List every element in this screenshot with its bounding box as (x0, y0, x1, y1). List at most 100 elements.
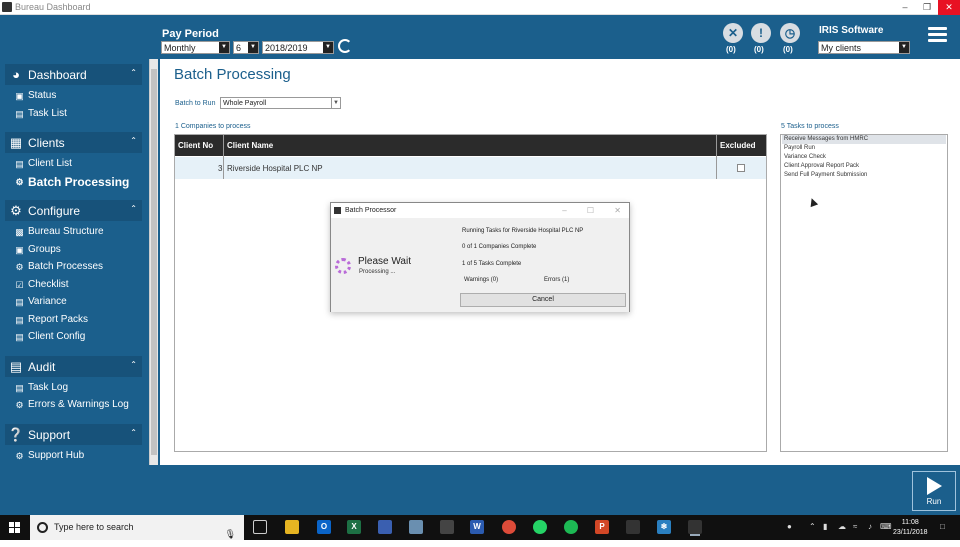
sidebar-item-label: Report Packs (28, 314, 89, 325)
sidebar-item-errors-warnings-log[interactable]: ⚙ Errors & Warnings Log (14, 399, 128, 410)
alarm-icon[interactable]: ◷ (780, 23, 800, 43)
whatsapp-icon[interactable] (533, 520, 547, 534)
clients-icon: ▦ (9, 134, 23, 150)
snowflake-app-icon[interactable]: ❄ (657, 520, 671, 534)
menu-icon[interactable] (928, 27, 947, 43)
client-list-icon: ▤ (15, 158, 24, 169)
sidebar-item-batch-processing[interactable]: ⚙ Batch Processing (14, 175, 129, 189)
list-item[interactable]: Variance Check (782, 153, 946, 162)
column-header-excluded[interactable]: Excluded (720, 141, 756, 150)
app-icon (2, 2, 12, 12)
collapse-icon[interactable]: ⌃ (130, 68, 137, 77)
sidebar-item-batch-processes[interactable]: ⚙ Batch Processes (14, 261, 103, 272)
keyboard-icon[interactable]: ⌨ (880, 522, 892, 531)
sidebar-item-checklist[interactable]: ☑ Checklist (14, 279, 68, 290)
sidebar-item-status[interactable]: ▣ Status (14, 90, 56, 101)
run-label: Run (926, 497, 942, 506)
tasks-complete-text: 1 of 5 Tasks Complete (462, 261, 522, 267)
dialog-titlebar: Batch Processor – ☐ ✕ (331, 203, 629, 218)
scrollbar-thumb[interactable] (151, 69, 157, 455)
column-header-client-name[interactable]: Client Name (227, 141, 273, 150)
collapse-icon[interactable]: ⌃ (130, 204, 137, 213)
windows-start-icon[interactable] (9, 522, 20, 533)
sidebar-item-support-hub[interactable]: ⚙ Support Hub (14, 450, 84, 461)
sidebar-item-label: Support Hub (28, 450, 85, 461)
sidebar-item-task-log[interactable]: ▤ Task Log (14, 382, 68, 393)
spotify-icon[interactable] (564, 520, 578, 534)
outlook-icon[interactable]: O (317, 520, 331, 534)
restore-icon[interactable]: ❐ (916, 0, 938, 15)
chevron-up-icon[interactable]: ⌃ (809, 522, 816, 531)
cloud-icon[interactable]: ☁ (838, 522, 846, 531)
taskbar-clock[interactable]: 11:08 23/11/2018 (893, 518, 928, 538)
collapse-icon[interactable]: ⌃ (130, 136, 137, 145)
iris-bureau-icon[interactable] (688, 520, 702, 534)
sidebar-section-support[interactable]: ❔ Support ⌃ (5, 424, 142, 445)
chrome-icon[interactable] (502, 520, 516, 534)
client-no-cell: 3 (218, 164, 223, 173)
section-label: Dashboard (28, 67, 87, 82)
clock-time: 11:08 (901, 519, 919, 526)
battery-icon[interactable]: ▮ (823, 522, 827, 531)
company-name: IRIS Software (819, 25, 884, 36)
sidebar-item-client-config[interactable]: ▤ Client Config (14, 331, 85, 342)
task-view-icon[interactable] (253, 520, 267, 534)
warning-icon[interactable]: ! (751, 23, 771, 43)
list-item[interactable]: Send Full Payment Submission (782, 171, 946, 180)
list-item[interactable]: Client Approval Report Pack (782, 162, 946, 171)
minimize-icon[interactable]: – (562, 206, 566, 215)
please-wait-text: Please Wait (358, 256, 411, 267)
sidebar-item-report-packs[interactable]: ▤ Report Packs (14, 314, 88, 325)
sidebar-item-label: Bureau Structure (28, 226, 104, 237)
variance-icon: ▤ (15, 296, 24, 307)
sidebar-item-client-list[interactable]: ▤ Client List (14, 158, 72, 169)
volume-icon[interactable]: ♪ (868, 522, 872, 531)
excel-icon[interactable]: X (347, 520, 361, 534)
error-icon[interactable]: ✕ (723, 23, 743, 43)
file-explorer-icon[interactable] (285, 520, 299, 534)
list-item[interactable]: Receive Messages from HMRC (782, 135, 946, 144)
microphone-icon[interactable]: 🎙 (225, 522, 236, 547)
period-select[interactable]: 6 ▼ (233, 41, 259, 54)
sidebar-scrollbar[interactable] (149, 59, 158, 465)
sidebar-item-bureau-structure[interactable]: ▩ Bureau Structure (14, 226, 104, 237)
cancel-button[interactable]: Cancel (460, 293, 626, 307)
notifications-icon[interactable]: □ (940, 522, 945, 531)
maximize-icon[interactable]: ☐ (587, 206, 594, 215)
close-icon[interactable]: ✕ (614, 206, 621, 215)
iris-app-icon[interactable] (626, 520, 640, 534)
batch-to-run-select[interactable]: Whole Payroll ▼ (220, 97, 341, 109)
frequency-select[interactable]: Monthly ▼ (161, 41, 230, 54)
app-icon (334, 207, 341, 214)
sidebar-section-configure[interactable]: ⚙ Configure ⌃ (5, 200, 142, 221)
table-row[interactable]: 3 Riverside Hospital PLC NP (175, 157, 766, 179)
list-item[interactable]: Payroll Run (782, 144, 946, 153)
close-icon[interactable]: ✕ (938, 0, 960, 15)
word-icon[interactable]: W (470, 520, 484, 534)
sidebar-item-variance[interactable]: ▤ Variance (14, 296, 67, 307)
sidebar-section-audit[interactable]: ▤ Audit ⌃ (5, 356, 142, 377)
year-select[interactable]: 2018/2019 ▼ (262, 41, 334, 54)
powerpoint-icon[interactable]: P (595, 520, 609, 534)
wifi-icon[interactable]: ≈ (853, 522, 857, 531)
sidebar-section-dashboard[interactable]: ◕ Dashboard ⌃ (5, 64, 142, 85)
calculator-icon[interactable] (440, 520, 454, 534)
error-count: (0) (726, 45, 736, 54)
dialog-controls: – ☐ ✕ (544, 203, 621, 218)
collapse-icon[interactable]: ⌃ (130, 428, 137, 437)
taskbar-search[interactable]: Type here to search 🎙 (30, 515, 244, 540)
sidebar-item-groups[interactable]: ▣ Groups (14, 244, 61, 255)
minimize-icon[interactable]: – (894, 0, 916, 15)
collapse-icon[interactable]: ⌃ (130, 360, 137, 369)
refresh-icon[interactable] (338, 39, 352, 53)
people-tray-icon[interactable]: ● (787, 522, 792, 531)
sidebar-section-clients[interactable]: ▦ Clients ⌃ (5, 132, 142, 153)
people-icon[interactable] (378, 520, 392, 534)
column-header-client-no[interactable]: Client No (178, 141, 213, 150)
client-filter-select[interactable]: My clients ▼ (818, 41, 910, 54)
network-app-icon[interactable] (409, 520, 423, 534)
sidebar-item-task-list[interactable]: ▤ Task List (14, 108, 67, 119)
run-button[interactable]: Run (912, 471, 956, 511)
excluded-checkbox[interactable] (737, 164, 745, 172)
groups-icon: ▣ (15, 244, 24, 255)
